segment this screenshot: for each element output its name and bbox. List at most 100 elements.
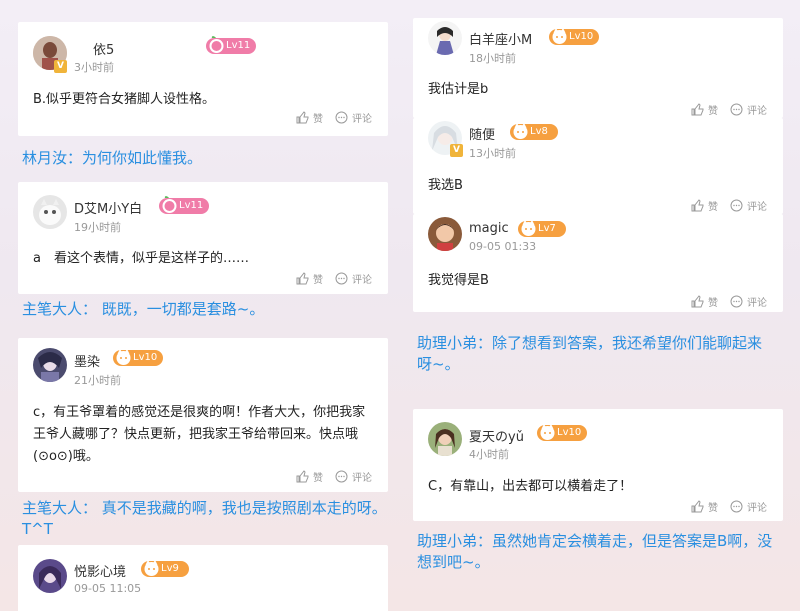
cat-icon [552,28,567,44]
post-time: 4小时前 [469,448,509,461]
like-button[interactable]: 赞 [296,110,323,125]
cat-icon [144,560,159,576]
level-text: Lv9 [161,563,179,574]
avatar[interactable] [33,195,67,229]
comment-text: a 看这个表情，似乎是这样子的…… [33,251,249,266]
post-time: 09-05 01:33 [469,240,537,253]
verified-icon: V [54,60,67,73]
avatar[interactable] [428,21,462,55]
cat-icon [513,123,528,139]
comment-actions: 赞 评论 [691,294,767,309]
comment-card: 白羊座小M Lv10 18小时前 我估计是b 赞 评论 [413,18,783,118]
level-badge: Lv10 [549,28,600,45]
comment-card: 悦影心境 Lv9 09-05 11:05 [18,545,388,611]
username[interactable]: D艾M小Y白 [74,198,142,217]
post-time: 21小时前 [74,374,121,387]
cat-icon [521,220,536,236]
comment-icon [730,500,743,513]
level-text: Lv11 [179,200,204,211]
post-time: 09-05 11:05 [74,582,142,595]
thumbs-up-icon [691,295,704,308]
author-reply: 助理小弟：除了想看到答案，我还希望你们能聊起来呀~。 [417,334,763,373]
comment-button[interactable]: 评论 [730,499,767,514]
post-time: 3小时前 [74,61,114,74]
comment-icon [335,111,348,124]
thumbs-up-icon [691,103,704,116]
author-reply: 林月汝：为何你如此懂我。 [22,149,203,167]
comment-text: 我觉得是B [428,273,489,288]
thumbs-up-icon [691,500,704,513]
avatar[interactable] [428,217,462,251]
comment-text: C，有靠山，出去都可以横着走了！ [428,479,633,494]
comment-card: V 依5 Lv11 3小时前 B.似乎更符合女猪脚人设性格。 赞 评论 [18,22,388,136]
comment-icon [730,103,743,116]
level-badge: Lv9 [141,560,189,577]
like-button[interactable]: 赞 [691,198,718,213]
post-time: 13小时前 [469,147,516,160]
level-text: Lv7 [538,223,556,234]
like-button[interactable]: 赞 [691,499,718,514]
thumbs-up-icon [691,199,704,212]
level-badge: Lv11 [159,196,210,214]
username[interactable]: 悦影心境 [74,561,126,580]
comment-button[interactable]: 评论 [730,198,767,213]
level-badge: Lv11 [206,36,257,54]
level-text: Lv11 [226,40,251,51]
verified-icon: V [450,144,463,157]
comment-card: magic Lv7 09-05 01:33 我觉得是B 赞 评论 [413,214,783,312]
comment-icon [335,470,348,483]
username[interactable]: 随便 [469,124,495,143]
thumbs-up-icon [296,111,309,124]
author-reply: 助理小弟：虽然她肯定会横着走，但是答案是B啊，没想到吧~。 [417,532,773,571]
like-button[interactable]: 赞 [691,294,718,309]
username[interactable]: 依5 [93,39,114,58]
comment-text: c，有王爷罩着的感觉还是很爽的啊！作者大大，你把我家王爷人藏哪了？快点更新，把我… [33,405,366,464]
username[interactable]: 夏天のyǔ [469,426,524,445]
comment-icon [730,199,743,212]
like-button[interactable]: 赞 [296,469,323,484]
comment-text: B.似乎更符合女猪脚人设性格。 [33,92,216,107]
level-text: Lv10 [569,31,594,42]
comment-actions: 赞 评论 [691,198,767,213]
comment-actions: 赞 评论 [296,110,372,125]
level-badge: Lv7 [518,220,566,237]
comment-card: D艾M小Y白 Lv11 19小时前 a 看这个表情，似乎是这样子的…… 赞 评论 [18,182,388,294]
comment-actions: 赞 评论 [691,499,767,514]
comment-actions: 赞 评论 [691,102,767,117]
peach-icon [209,36,224,53]
comment-text: 我估计是b [428,82,489,97]
level-text: Lv8 [530,126,548,137]
comment-button[interactable]: 评论 [335,110,372,125]
avatar[interactable] [33,559,67,593]
peach-icon [162,196,177,213]
level-badge: Lv8 [510,123,558,140]
avatar[interactable] [33,348,67,382]
comment-card: V 随便 Lv8 13小时前 我选B 赞 评论 [413,118,783,214]
cat-icon [540,424,555,440]
comment-button[interactable]: 评论 [730,102,767,117]
comment-text: 我选B [428,178,463,193]
comment-actions: 赞 评论 [296,469,372,484]
username[interactable]: magic [469,221,509,236]
author-reply: 主笔大人： 真不是我藏的啊，我也是按照剧本走的呀。T^T [22,499,387,538]
avatar[interactable] [428,422,462,456]
like-button[interactable]: 赞 [691,102,718,117]
thumbs-up-icon [296,470,309,483]
level-badge: Lv10 [537,424,588,441]
level-badge: Lv10 [113,349,164,366]
username[interactable]: 墨染 [74,351,100,370]
post-time: 18小时前 [469,52,516,65]
level-text: Lv10 [557,427,582,438]
like-button[interactable]: 赞 [296,271,323,286]
comment-button[interactable]: 评论 [335,469,372,484]
author-reply: 主笔大人： 既既，一切都是套路~。 [22,300,265,318]
comment-actions: 赞 评论 [296,271,372,286]
cat-icon [116,349,131,365]
username[interactable]: 白羊座小M [469,29,532,48]
thumbs-up-icon [296,272,309,285]
comment-card: 夏天のyǔ Lv10 4小时前 C，有靠山，出去都可以横着走了！ 赞 评论 [413,409,783,521]
comment-icon [335,272,348,285]
comment-button[interactable]: 评论 [730,294,767,309]
comment-button[interactable]: 评论 [335,271,372,286]
comment-card: 墨染 Lv10 21小时前 c，有王爷罩着的感觉还是很爽的啊！作者大大，你把我家… [18,338,388,492]
